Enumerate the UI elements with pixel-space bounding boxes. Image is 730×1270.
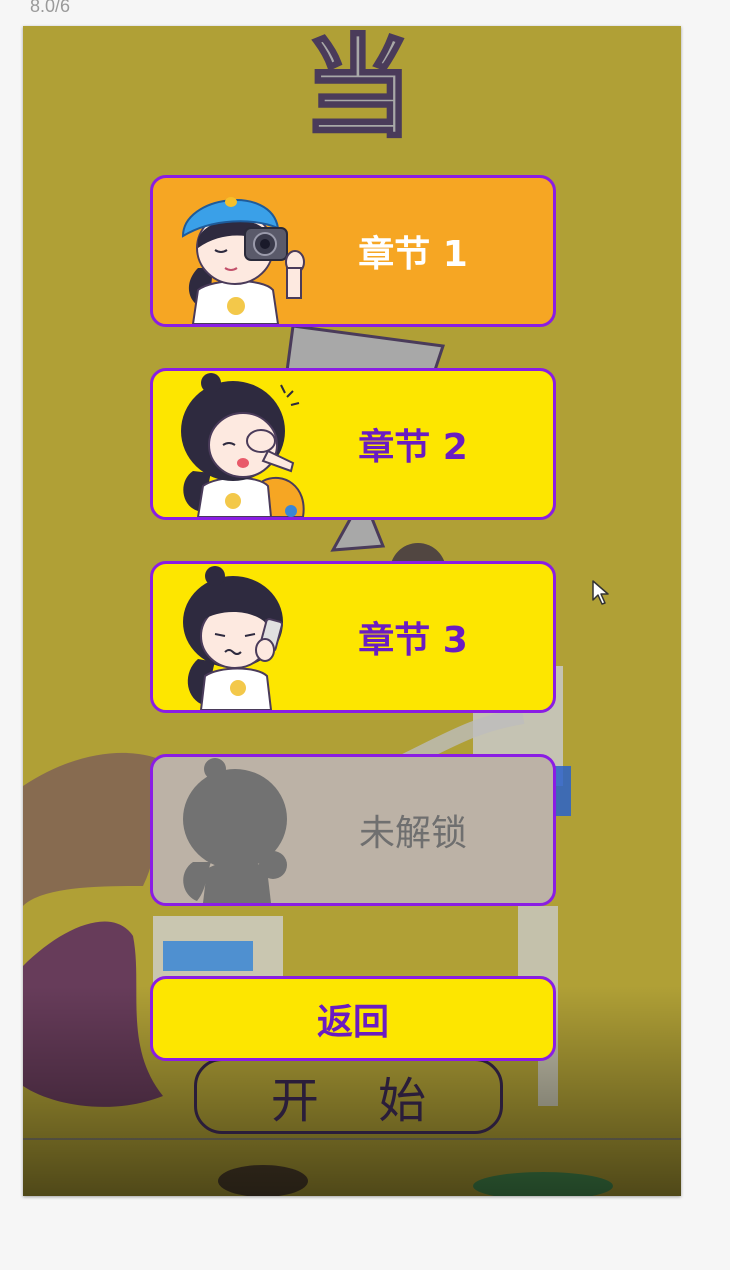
mouse-cursor-icon [592, 580, 609, 605]
chapter-card-1[interactable]: 章节 1 [150, 175, 556, 327]
background-start-button: 开 始 [194, 1058, 503, 1134]
game-screen: 当 开 始 章节 1 章节 2 章节 3 未解锁 返回 [23, 26, 681, 1196]
chapter-card-2[interactable]: 章节 2 [150, 368, 556, 520]
page-counter: 8.0/6 [30, 0, 71, 16]
chapter-label-locked: 未解锁 [358, 813, 467, 854]
chapter-label-2: 章节 2 [358, 427, 468, 468]
chapter-card-locked[interactable]: 未解锁 [150, 754, 556, 906]
girl-on-phone-icon [183, 566, 283, 710]
chapter-label-1: 章节 1 [358, 234, 468, 275]
title-glyph: 当 [303, 26, 413, 152]
chapter-label-3: 章节 3 [358, 620, 468, 661]
girl-silhouette-icon [183, 758, 287, 903]
chapter-card-3[interactable]: 章节 3 [150, 561, 556, 713]
girl-with-camera-icon [181, 197, 305, 324]
back-button[interactable]: 返回 [150, 976, 556, 1061]
girl-crying-icon [181, 373, 305, 517]
